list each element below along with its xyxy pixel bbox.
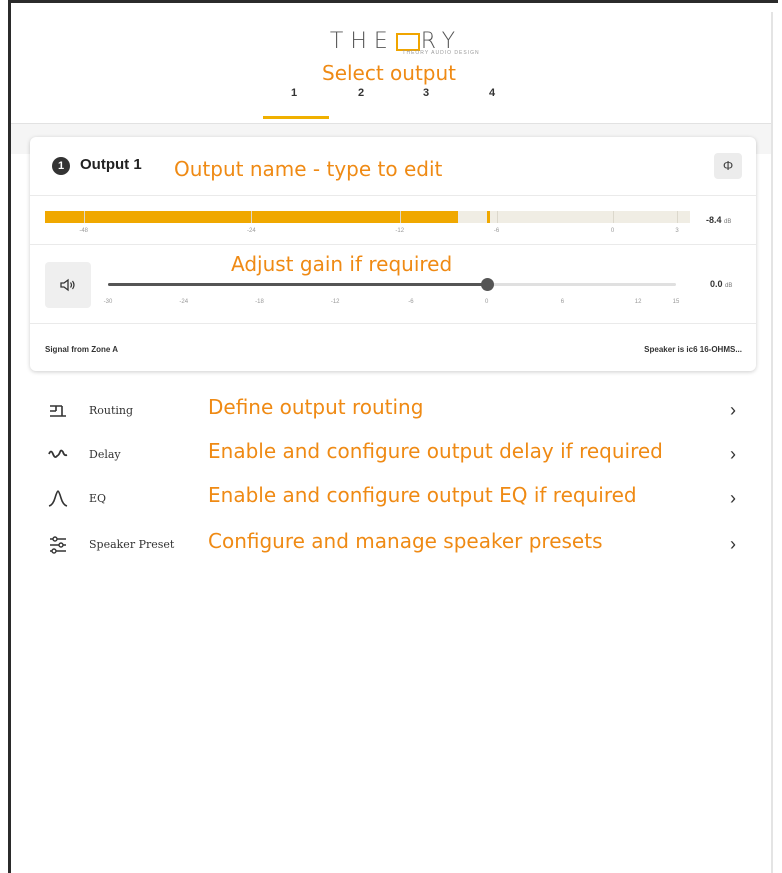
routing-icon xyxy=(50,405,66,417)
menu-item-label: Delay xyxy=(89,448,121,461)
gain-value: 0.0 xyxy=(710,279,723,289)
active-tab-indicator xyxy=(263,116,329,119)
level-meter-readout: -8.4 dB xyxy=(706,215,731,225)
menu-item-routing[interactable]: Routing Define output routing › xyxy=(30,391,756,431)
tab-output-4[interactable]: 4 xyxy=(489,87,495,99)
annotation-output-name: Output name - type to edit xyxy=(174,157,443,181)
gain-scale-label: 0 xyxy=(484,299,489,305)
output-name-field[interactable]: Output 1 xyxy=(80,156,142,173)
annotation-eq: Enable and configure output EQ if requir… xyxy=(208,483,637,507)
chevron-right-icon: › xyxy=(730,534,736,554)
annotation-select-output: Select output xyxy=(322,61,457,85)
meter-tick xyxy=(399,211,401,223)
output-number-badge: 1 xyxy=(52,157,70,175)
logo-o-mark xyxy=(395,33,420,51)
signal-source: Signal from Zone A xyxy=(45,345,119,354)
speaker-volume-icon xyxy=(60,278,75,292)
card-divider xyxy=(30,323,756,324)
menu-item-label: Routing xyxy=(89,404,134,417)
meter-tick xyxy=(612,211,614,223)
phase-invert-icon: Φ xyxy=(722,158,734,173)
menu-item-label: EQ xyxy=(89,492,107,505)
gain-scale-label: 6 xyxy=(560,299,565,305)
gain-scale-label: -12 xyxy=(330,299,340,305)
tab-output-1[interactable]: 1 xyxy=(291,87,297,99)
eq-curve-icon xyxy=(48,490,68,507)
card-divider xyxy=(30,195,756,196)
gain-slider[interactable] xyxy=(108,278,676,291)
gain-scale-label: 15 xyxy=(672,299,680,305)
card-divider xyxy=(30,244,756,245)
mute-button[interactable] xyxy=(45,262,91,308)
gain-scale-label: -24 xyxy=(179,299,189,305)
meter-scale-label: -24 xyxy=(247,228,256,234)
tab-output-3[interactable]: 3 xyxy=(423,87,429,99)
menu-item-label: Speaker Preset xyxy=(89,538,175,551)
gain-unit: dB xyxy=(725,283,733,289)
meter-tick xyxy=(496,211,498,223)
menu-item-delay[interactable]: Delay Enable and configure output delay … xyxy=(30,435,756,475)
gain-slider-thumb[interactable] xyxy=(480,278,494,291)
level-meter-value: -8.4 xyxy=(706,215,722,225)
meter-scale-label: -6 xyxy=(493,228,500,234)
phase-invert-button[interactable]: Φ xyxy=(714,153,742,179)
meter-scale-label: 3 xyxy=(675,228,679,234)
speaker-info[interactable]: Speaker is ic6 16-OHMS... xyxy=(644,345,742,354)
chevron-right-icon: › xyxy=(730,444,736,464)
level-meter-unit: dB xyxy=(724,219,732,225)
menu-item-eq[interactable]: EQ Enable and configure output EQ if req… xyxy=(30,479,756,519)
meter-tick xyxy=(83,211,85,223)
meter-scale-label: -48 xyxy=(79,228,89,234)
chevron-right-icon: › xyxy=(730,400,736,420)
meter-scale-label: -12 xyxy=(395,228,405,234)
app-panel: THE RY THEORY AUDIO DESIGN Select output … xyxy=(11,3,771,873)
gain-readout: 0.0 dB xyxy=(710,279,732,289)
meter-scale-label: 0 xyxy=(610,228,615,234)
sliders-icon xyxy=(50,536,66,554)
annotation-speaker-preset: Configure and manage speaker presets xyxy=(208,529,603,553)
tab-output-2[interactable]: 2 xyxy=(358,87,364,99)
annotation-delay: Enable and configure output delay if req… xyxy=(208,439,663,463)
meter-tick xyxy=(677,211,679,223)
gain-scale-label: -6 xyxy=(408,299,414,305)
gain-slider-fill xyxy=(108,283,487,286)
annotation-routing: Define output routing xyxy=(208,395,424,419)
gain-scale-label: 12 xyxy=(634,299,642,305)
level-meter xyxy=(45,211,690,223)
menu-item-speaker-preset[interactable]: Speaker Preset Configure and manage spea… xyxy=(30,525,756,565)
gain-scale-label: -30 xyxy=(103,299,113,305)
gain-scale-label: -18 xyxy=(255,299,264,305)
scrollbar-track[interactable] xyxy=(771,12,773,873)
meter-tick xyxy=(251,211,253,223)
chevron-right-icon: › xyxy=(730,488,736,508)
level-meter-peak xyxy=(487,211,491,223)
delay-waveform-icon xyxy=(48,449,68,458)
annotation-adjust-gain: Adjust gain if required xyxy=(231,252,453,276)
